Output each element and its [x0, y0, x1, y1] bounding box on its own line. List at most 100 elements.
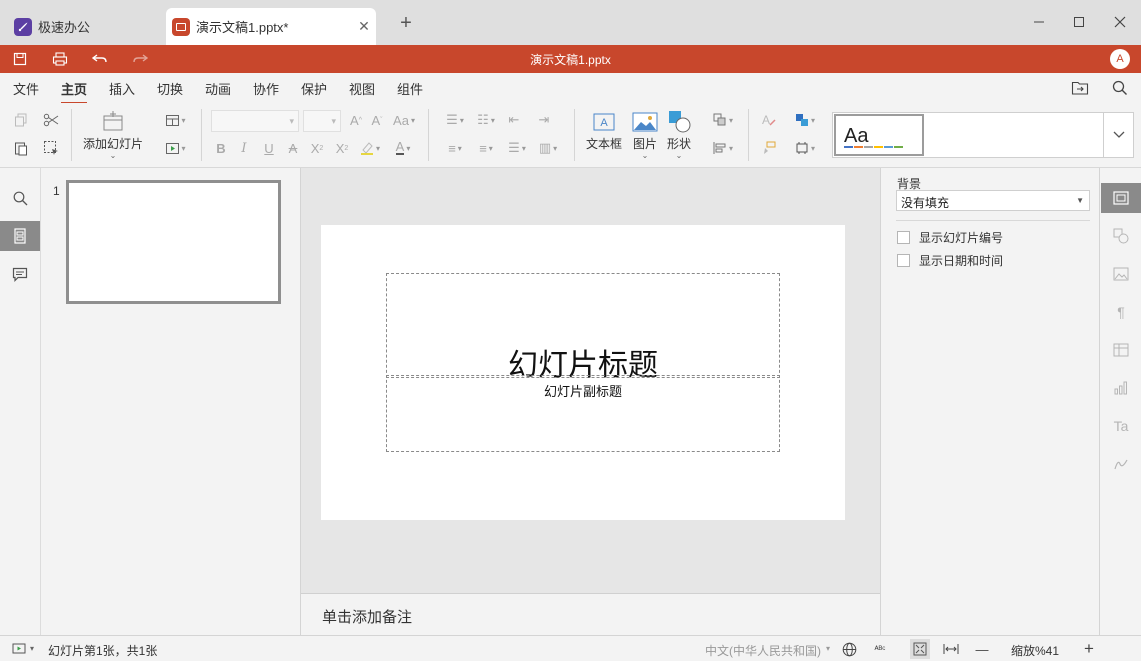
- add-slide-icon: [101, 109, 125, 135]
- font-family-select[interactable]: ▾: [211, 110, 299, 132]
- minimize-button[interactable]: [1029, 12, 1049, 32]
- close-window-button[interactable]: [1110, 12, 1130, 32]
- menu-protect[interactable]: 保护: [301, 79, 327, 98]
- align-left-icon[interactable]: ≡ ▾: [441, 138, 469, 158]
- columns-icon[interactable]: ▥ ▾: [534, 138, 562, 158]
- shrink-font-icon[interactable]: Aˇ: [366, 110, 388, 130]
- select-all-icon[interactable]: [40, 138, 62, 158]
- show-slide-number-checkbox[interactable]: 显示幻灯片编号: [897, 229, 1003, 246]
- subtitle-placeholder[interactable]: 幻灯片副标题: [386, 375, 780, 452]
- shape-settings-icon[interactable]: [1101, 221, 1141, 251]
- vertical-align-icon[interactable]: ≡ ▾: [472, 138, 500, 158]
- spellcheck-icon[interactable]: ᴬᴮᶜ: [871, 640, 889, 658]
- comments-icon[interactable]: [0, 259, 40, 289]
- paragraph-settings-icon[interactable]: ¶: [1101, 297, 1141, 327]
- open-location-icon[interactable]: [1071, 80, 1089, 99]
- menu-view[interactable]: 视图: [349, 79, 375, 98]
- slide-editor-area: 幻灯片标题 幻灯片副标题: [301, 168, 880, 593]
- font-color-icon[interactable]: A ▾: [389, 138, 417, 158]
- show-datetime-label: 显示日期和时间: [919, 254, 1004, 268]
- text-art-settings-icon[interactable]: Ta: [1101, 411, 1141, 441]
- checkbox-box[interactable]: [897, 231, 910, 244]
- arrange-icon[interactable]: ▾: [708, 110, 738, 130]
- menu-home[interactable]: 主页: [61, 79, 88, 104]
- slide-count: 幻灯片第1张，共1张: [48, 644, 158, 658]
- superscript-icon[interactable]: X2: [306, 138, 328, 158]
- title-placeholder[interactable]: 幻灯片标题: [386, 273, 780, 383]
- slideshow-dropdown[interactable]: ▾: [162, 138, 190, 158]
- menu-transition[interactable]: 切换: [157, 79, 183, 98]
- image-settings-icon[interactable]: [1101, 259, 1141, 289]
- font-size-select[interactable]: ▾: [303, 110, 341, 132]
- maximize-button[interactable]: [1069, 12, 1089, 32]
- copy-icon[interactable]: [10, 110, 32, 130]
- show-datetime-checkbox[interactable]: 显示日期和时间: [897, 252, 1003, 269]
- new-tab-button[interactable]: +: [396, 13, 416, 33]
- theme-option-default[interactable]: Aa: [834, 114, 924, 156]
- menu-file[interactable]: 文件: [13, 79, 39, 98]
- print-icon[interactable]: [51, 50, 69, 68]
- increase-indent-icon[interactable]: ⇥: [533, 110, 555, 130]
- layout-dropdown[interactable]: ▾: [162, 110, 190, 130]
- slide-canvas[interactable]: 幻灯片标题 幻灯片副标题: [321, 225, 845, 520]
- undo-icon[interactable]: [91, 50, 109, 68]
- search-icon[interactable]: [1112, 80, 1128, 99]
- background-fill-select[interactable]: 没有填充 ▼: [896, 190, 1090, 211]
- search-icon[interactable]: [0, 183, 40, 213]
- zoom-out-button[interactable]: —: [973, 640, 991, 658]
- close-tab-icon[interactable]: ✕: [356, 18, 372, 35]
- textbox-button[interactable]: A 文本框: [584, 109, 624, 152]
- format-painter-icon[interactable]: [758, 138, 780, 158]
- change-case-icon[interactable]: Aa ▾: [390, 110, 418, 130]
- picture-button[interactable]: 图片 ⌄: [630, 109, 660, 160]
- italic-icon[interactable]: I: [233, 138, 255, 158]
- separator: [71, 109, 72, 161]
- slideshow-icon[interactable]: [10, 640, 28, 658]
- menu-insert[interactable]: 插入: [109, 79, 135, 98]
- menu-components[interactable]: 组件: [397, 79, 423, 98]
- chevron-down-icon: ▾: [826, 644, 831, 653]
- grow-font-icon[interactable]: A ^: [345, 110, 367, 130]
- cut-icon[interactable]: [40, 110, 62, 130]
- chevron-down-icon[interactable]: ▾: [30, 644, 34, 653]
- fit-width-icon[interactable]: [942, 640, 960, 658]
- add-slide-button[interactable]: 添加幻灯片 ⌄: [80, 109, 146, 160]
- language-selector[interactable]: 中文(中华人民共和国): [705, 642, 821, 659]
- chevron-down-icon: ▼: [1076, 196, 1084, 205]
- tab-document[interactable]: 演示文稿1.pptx* ✕: [166, 8, 376, 45]
- background-fill-value: 没有填充: [901, 196, 950, 210]
- tab-home[interactable]: 极速办公: [6, 8, 156, 45]
- notes-area[interactable]: 单击添加备注: [301, 593, 880, 635]
- menu-animation[interactable]: 动画: [205, 79, 231, 98]
- menu-collaborate[interactable]: 协作: [253, 79, 279, 98]
- clear-format-icon[interactable]: A: [758, 110, 780, 130]
- theme-gallery-expand-button[interactable]: [1103, 113, 1133, 157]
- bullet-list-icon[interactable]: ☰ ▾: [441, 110, 469, 130]
- underline-icon[interactable]: U: [258, 138, 280, 158]
- slide-settings-icon[interactable]: [1101, 183, 1141, 213]
- chart-settings-icon[interactable]: [1101, 373, 1141, 403]
- redo-icon[interactable]: [131, 50, 149, 68]
- user-avatar[interactable]: A: [1110, 49, 1130, 69]
- highlight-icon[interactable]: ▾: [356, 138, 384, 158]
- globe-icon[interactable]: [840, 640, 858, 658]
- signature-settings-icon[interactable]: [1101, 449, 1141, 479]
- line-spacing-icon[interactable]: ☰ ▾: [503, 138, 531, 158]
- color-scheme-icon[interactable]: ▾: [790, 110, 820, 130]
- slide-size-icon[interactable]: ▾: [790, 138, 820, 158]
- strikethrough-icon[interactable]: A: [282, 138, 304, 158]
- shape-button[interactable]: 形状 ⌄: [664, 109, 694, 160]
- save-icon[interactable]: [11, 50, 29, 68]
- checkbox-box[interactable]: [897, 254, 910, 267]
- slide-thumbnail[interactable]: [66, 180, 281, 304]
- slides-panel-icon[interactable]: [0, 221, 40, 251]
- bold-icon[interactable]: B: [210, 138, 232, 158]
- align-objects-icon[interactable]: ▾: [708, 138, 738, 158]
- numbered-list-icon[interactable]: ☷ ▾: [472, 110, 500, 130]
- fit-slide-icon[interactable]: [910, 639, 930, 659]
- subscript-icon[interactable]: X2: [331, 138, 353, 158]
- paste-icon[interactable]: [10, 138, 32, 158]
- table-settings-icon[interactable]: [1101, 335, 1141, 365]
- zoom-in-button[interactable]: +: [1080, 639, 1098, 658]
- decrease-indent-icon[interactable]: ⇤: [503, 110, 525, 130]
